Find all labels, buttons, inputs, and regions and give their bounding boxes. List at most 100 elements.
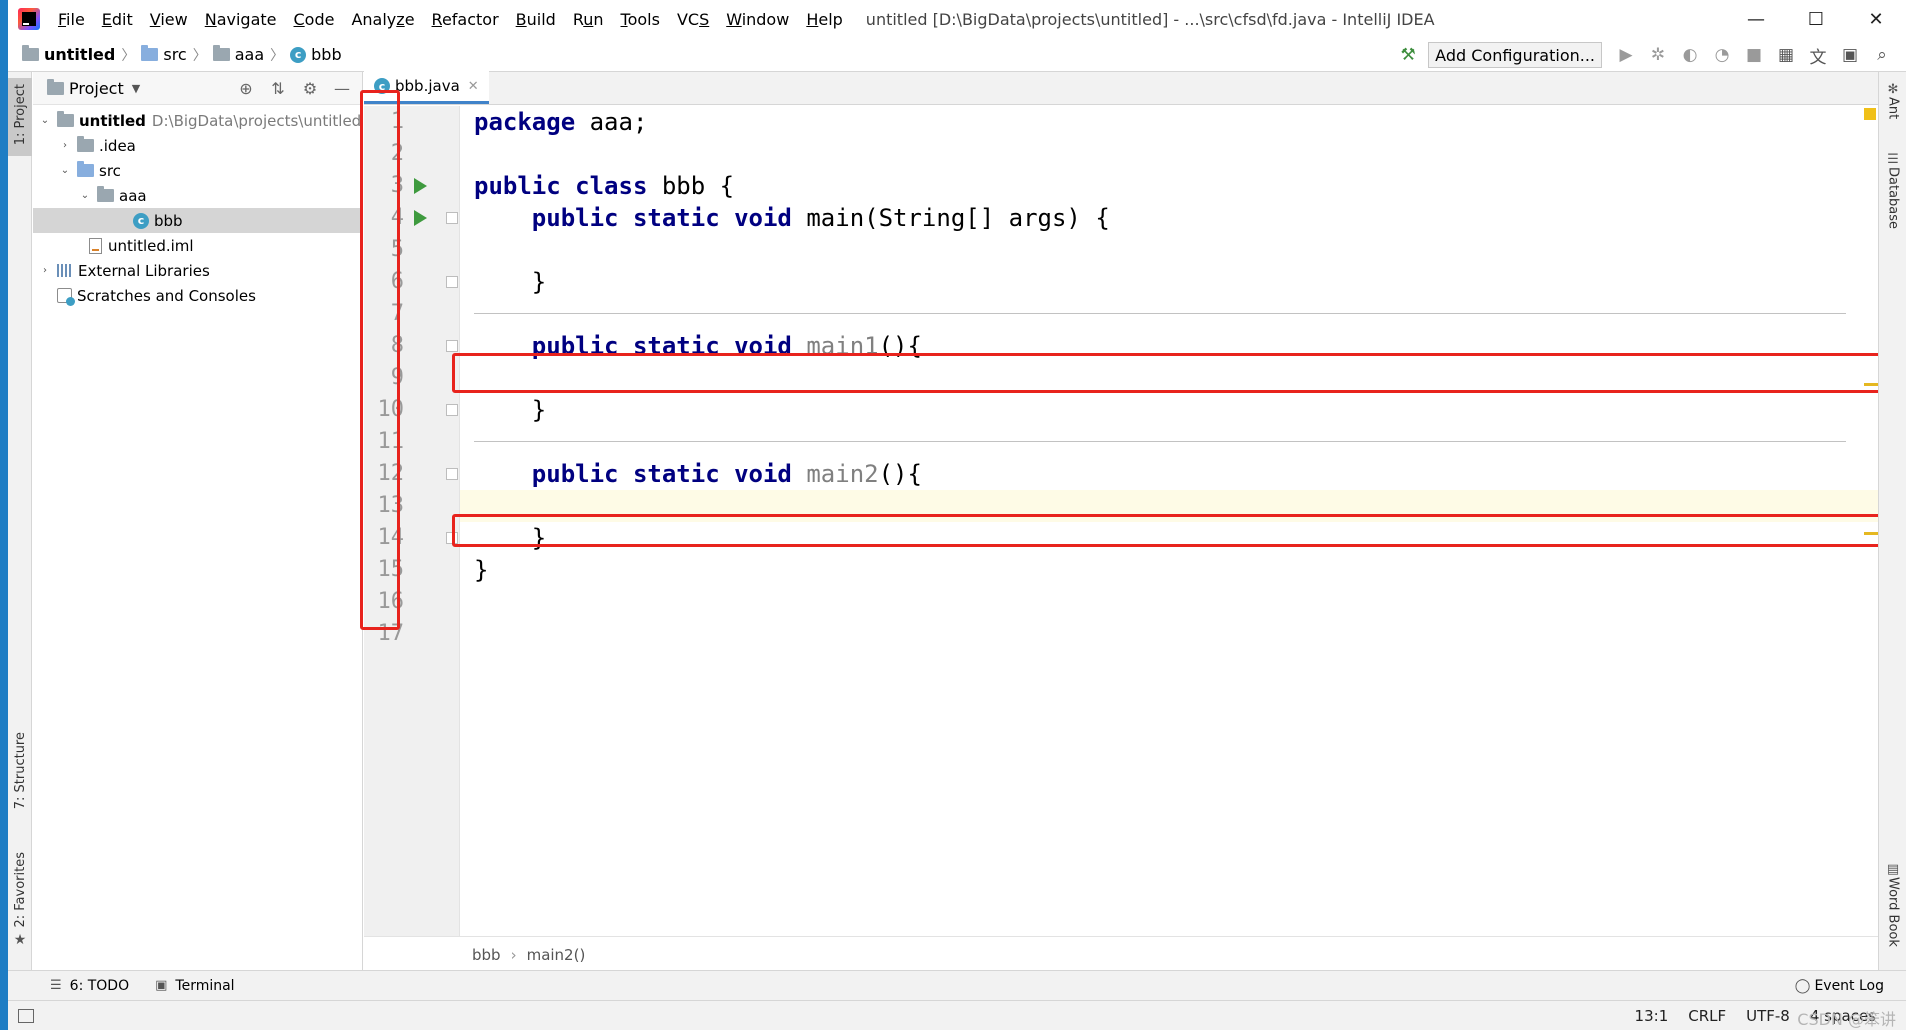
editor-breadcrumb-method[interactable]: main2() [527, 946, 586, 964]
close-button[interactable]: ✕ [1846, 0, 1906, 38]
line-number: 14 [377, 525, 405, 550]
code-line[interactable]: public class bbb { [460, 170, 1878, 202]
code-line[interactable] [460, 298, 1878, 330]
breadcrumb-untitled[interactable]: untitled 〉 [22, 45, 141, 65]
add-configuration-button[interactable]: Add Configuration... [1428, 42, 1602, 68]
fold-marker-icon[interactable] [446, 532, 458, 544]
fold-marker-icon[interactable] [446, 212, 458, 224]
wordbook-tool-button[interactable]: ▤ Word Book [1879, 862, 1906, 962]
menu-code[interactable]: Code [294, 10, 335, 29]
fold-marker-icon[interactable] [446, 404, 458, 416]
project-structure-icon[interactable]: ▦ [1770, 38, 1802, 72]
menu-navigate[interactable]: Navigate [205, 10, 277, 29]
file-encoding[interactable]: UTF-8 [1746, 1007, 1790, 1025]
menu-build[interactable]: Build [516, 10, 556, 29]
code-line[interactable] [460, 234, 1878, 266]
menu-edit[interactable]: Edit [102, 10, 133, 29]
code-line[interactable]: } [460, 266, 1878, 298]
tree-item-src[interactable]: ⌄ src [33, 158, 363, 183]
code-line[interactable]: public static void main(String[] args) { [460, 202, 1878, 234]
tree-item-external-libraries[interactable]: › External Libraries [33, 258, 363, 283]
code-line[interactable]: public static void main2(){ [460, 458, 1878, 490]
run-gutter-icon[interactable] [414, 210, 427, 226]
presentation-icon[interactable]: ▣ [1834, 38, 1866, 72]
tree-item-scratches[interactable]: Scratches and Consoles [33, 283, 363, 308]
source-folder-icon [77, 161, 94, 177]
code-text: public static void main1(){ [531, 332, 922, 360]
structure-tool-button[interactable]: 7: Structure [8, 732, 32, 832]
code-line[interactable] [460, 618, 1878, 650]
menu-window[interactable]: Window [726, 10, 789, 29]
tree-item-idea[interactable]: › .idea [33, 133, 363, 158]
caret-position[interactable]: 13:1 [1635, 1007, 1669, 1025]
java-class-icon: c [290, 46, 307, 63]
editor-breadcrumb-class[interactable]: bbb [472, 946, 501, 964]
bottom-tool-bar: ☰ 6: TODO ▣ Terminal ◯ Event Log [8, 970, 1906, 1000]
code-line[interactable]: } [460, 522, 1878, 554]
hide-icon[interactable]: — [326, 79, 358, 98]
menu-vcs[interactable]: VCS [677, 10, 709, 29]
debug-icon[interactable]: ✲ [1642, 38, 1674, 72]
project-folder-icon [57, 111, 74, 127]
fold-marker-icon[interactable] [446, 468, 458, 480]
code-line[interactable] [460, 490, 1878, 522]
run-icon[interactable]: ▶ [1610, 38, 1642, 72]
menu-view[interactable]: View [150, 10, 188, 29]
breadcrumb-aaa[interactable]: aaa 〉 [212, 45, 290, 65]
menu-file[interactable]: File [58, 10, 85, 29]
gear-icon[interactable]: ⚙ [294, 79, 326, 98]
code-line[interactable] [460, 426, 1878, 458]
project-view-selector[interactable]: Project ▼ [47, 78, 140, 98]
code-line[interactable] [460, 586, 1878, 618]
collapse-all-icon[interactable]: ⇅ [262, 79, 294, 98]
coverage-icon[interactable]: ◐ [1674, 38, 1706, 72]
warning-marker[interactable] [1864, 383, 1878, 386]
warning-summary-icon[interactable] [1864, 108, 1876, 120]
fold-marker-icon[interactable] [446, 340, 458, 352]
code-line[interactable]: } [460, 394, 1878, 426]
search-icon[interactable]: ⌕ [1866, 38, 1898, 72]
menu-run[interactable]: Run [573, 10, 604, 29]
event-log-button[interactable]: ◯ Event Log [1795, 971, 1884, 1001]
code-area[interactable]: package aaa; public class bbb { public st… [460, 106, 1878, 936]
code-line[interactable] [460, 362, 1878, 394]
tree-item-aaa[interactable]: ⌄ aaa [33, 183, 363, 208]
menu-refactor[interactable]: Refactor [432, 10, 499, 29]
run-gutter-icon[interactable] [414, 178, 427, 194]
line-separator[interactable]: CRLF [1688, 1007, 1726, 1025]
tree-item-label: src [99, 161, 121, 180]
minimize-button[interactable]: — [1726, 0, 1786, 38]
maximize-button[interactable]: ☐ [1786, 0, 1846, 38]
tree-item-iml[interactable]: untitled.iml [33, 233, 363, 258]
favorites-tool-button[interactable]: 2: Favorites ★ [8, 852, 32, 948]
ant-tool-button[interactable]: ✻ Ant [1879, 82, 1906, 142]
tree-item-bbb[interactable]: c bbb [33, 208, 363, 233]
todo-tool-button[interactable]: ☰ 6: TODO [50, 978, 129, 994]
fold-marker-icon[interactable] [446, 276, 458, 288]
terminal-tool-button[interactable]: ▣ Terminal [155, 978, 234, 994]
menu-help[interactable]: Help [806, 10, 842, 29]
breadcrumb-bbb[interactable]: c bbb [290, 45, 342, 64]
code-line[interactable] [460, 138, 1878, 170]
breadcrumb-src[interactable]: src 〉 [141, 45, 212, 65]
menu-tools[interactable]: Tools [621, 10, 660, 29]
close-tab-icon[interactable]: ✕ [468, 79, 479, 94]
code-line[interactable]: } [460, 554, 1878, 586]
locate-icon[interactable]: ⊕ [230, 79, 262, 98]
menu-analyze[interactable]: Analyze [351, 10, 414, 29]
toggle-tool-windows-icon[interactable] [18, 1008, 34, 1023]
warning-marker[interactable] [1864, 532, 1878, 535]
build-hammer-icon[interactable]: ⚒ [1392, 38, 1424, 72]
tab-bbb-java[interactable]: c bbb.java ✕ [364, 71, 489, 104]
code-line[interactable]: package aaa; [460, 106, 1878, 138]
code-line[interactable]: public static void main1(){ [460, 330, 1878, 362]
crumb-label: aaa [234, 45, 265, 64]
event-log-label: Event Log [1814, 978, 1884, 994]
translate-icon[interactable]: 文 [1802, 38, 1834, 72]
tree-item-untitled[interactable]: ⌄ untitled D:\BigData\projects\untitled [33, 108, 363, 133]
main-menu: File Edit View Navigate Code Analyze Refactor B… [58, 10, 860, 29]
database-tool-button[interactable]: ☰ Database [1879, 152, 1906, 272]
project-tool-button[interactable]: 1: Project [8, 78, 32, 156]
profile-icon[interactable]: ◔ [1706, 38, 1738, 72]
stop-icon[interactable]: ■ [1738, 38, 1770, 72]
